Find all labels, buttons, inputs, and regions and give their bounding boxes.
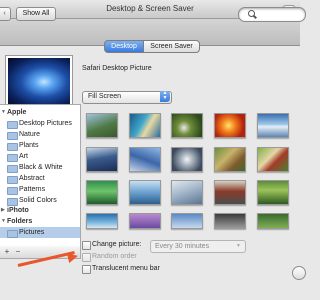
folder-icon (7, 143, 18, 151)
annotation-arrow-head (67, 251, 79, 263)
chevron-left-icon: ‹ (3, 10, 6, 17)
source-list: ▼ Apple Desktop Pictures Nature Plants A… (0, 104, 81, 248)
wallpaper-thumbnail[interactable] (129, 147, 161, 172)
sidebar-item-plants[interactable]: Plants (0, 140, 80, 151)
wallpaper-thumbnail[interactable] (214, 113, 246, 138)
change-picture-label: Change picture: (92, 241, 142, 248)
back-button[interactable]: ‹ (0, 7, 11, 21)
remove-folder-button[interactable]: − (13, 247, 23, 256)
current-wallpaper-preview (6, 56, 72, 106)
change-picture-checkbox[interactable] (82, 241, 91, 250)
sidebar-group-folders[interactable]: ▼ Folders (0, 216, 80, 227)
wallpaper-thumbnail[interactable] (171, 213, 203, 229)
folder-icon (7, 176, 18, 184)
sidebar-item-art[interactable]: Art (0, 151, 80, 162)
wallpaper-thumbnail[interactable] (257, 113, 289, 138)
wallpaper-thumbnail[interactable] (257, 213, 289, 229)
wallpaper-thumbnail[interactable] (171, 113, 203, 138)
tab-bar: Desktop Screen Saver (104, 40, 200, 53)
sidebar-item-pictures[interactable]: Pictures (0, 227, 80, 238)
sidebar-group-iphoto[interactable]: ▶ iPhoto (0, 205, 80, 216)
translucent-menu-bar-label: Translucent menu bar (92, 265, 160, 272)
fit-mode-value: Fill Screen (88, 93, 122, 100)
random-order-checkbox[interactable] (82, 253, 91, 262)
wallpaper-thumbnail[interactable] (214, 147, 246, 172)
add-folder-button[interactable]: + (2, 247, 12, 256)
folder-icon (7, 165, 18, 173)
wallpaper-thumbnail[interactable] (129, 180, 161, 205)
sidebar-item-desktop-pictures[interactable]: Desktop Pictures (0, 118, 80, 129)
random-order-label: Random order (92, 253, 137, 260)
translucent-menu-bar-checkbox[interactable] (82, 265, 91, 274)
wallpaper-thumbnail[interactable] (171, 147, 203, 172)
wallpaper-thumbnail[interactable] (214, 213, 246, 229)
tab-screen-saver[interactable]: Screen Saver (143, 40, 200, 53)
wallpaper-thumbnail[interactable] (86, 180, 118, 205)
folder-icon (7, 230, 18, 238)
sidebar-group-apple[interactable]: ▼ Apple (0, 107, 80, 118)
wallpaper-thumbnail[interactable] (129, 213, 161, 229)
wallpaper-thumbnail[interactable] (86, 113, 118, 138)
wallpaper-thumbnail[interactable] (257, 180, 289, 205)
sidebar-item-nature[interactable]: Nature (0, 129, 80, 140)
interval-value: Every 30 minutes (155, 243, 210, 250)
sidebar-item-black-and-white[interactable]: Black & White (0, 162, 80, 173)
sidebar-item-patterns[interactable]: Patterns (0, 184, 80, 195)
disclosure-triangle-icon[interactable]: ▶ (1, 205, 5, 216)
select-arrows-icon: ▼ (236, 243, 241, 249)
folder-icon (7, 121, 18, 129)
sidebar-item-abstract[interactable]: Abstract (0, 173, 80, 184)
select-arrows-icon: ▲ ▼ (160, 91, 170, 102)
folder-icon (7, 132, 18, 140)
wallpaper-thumbnail[interactable] (171, 180, 203, 205)
wallpaper-thumbnail[interactable] (129, 113, 161, 138)
interval-select[interactable]: Every 30 minutes (150, 240, 246, 253)
folder-icon (7, 187, 18, 195)
wallpaper-thumbnail[interactable] (86, 147, 118, 172)
disclosure-triangle-icon[interactable]: ▼ (1, 216, 6, 227)
show-all-button[interactable]: Show All (16, 7, 56, 21)
wallpaper-name: Safari Desktop Picture (82, 65, 152, 72)
folder-icon (7, 154, 18, 162)
wallpaper-thumbnail[interactable] (214, 180, 246, 205)
wallpaper-thumbnail[interactable] (86, 213, 118, 229)
tab-desktop[interactable]: Desktop (104, 40, 144, 53)
wallpaper-thumbnail[interactable] (257, 147, 289, 172)
disclosure-triangle-icon[interactable]: ▼ (1, 107, 6, 118)
help-button[interactable] (292, 266, 306, 280)
